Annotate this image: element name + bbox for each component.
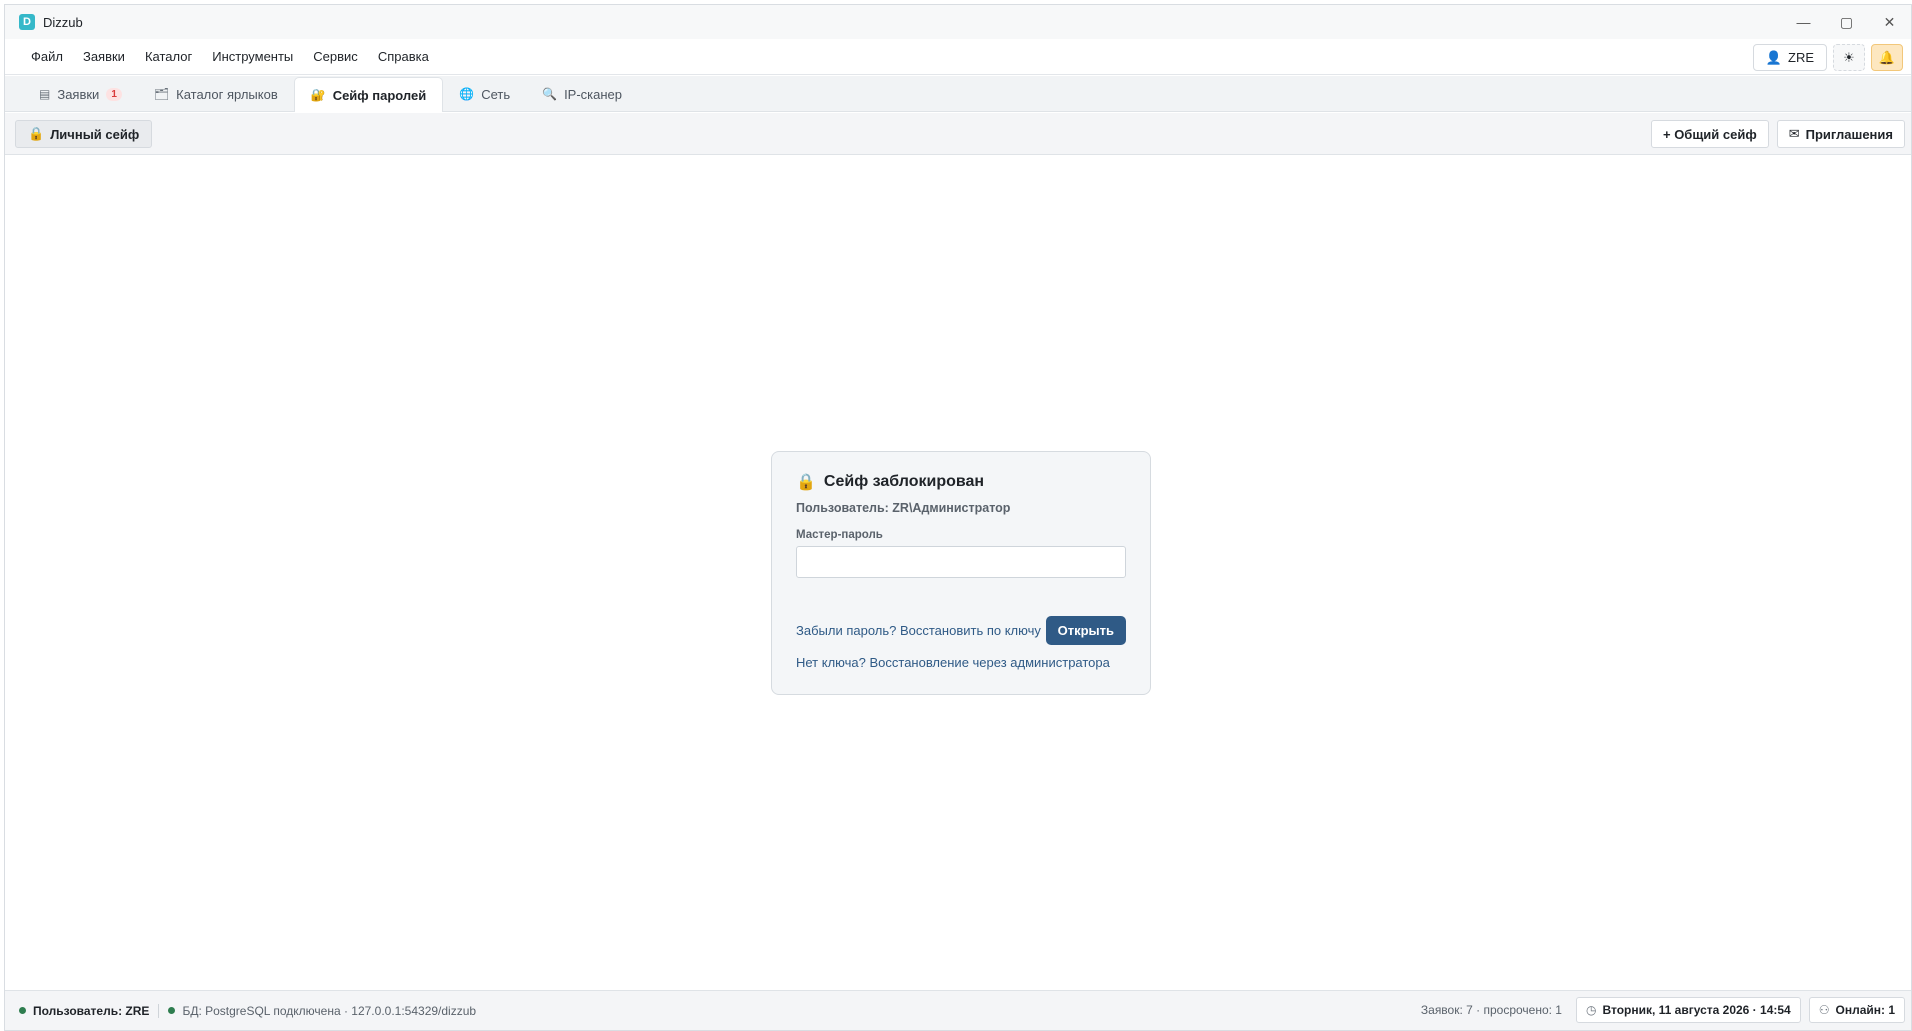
maximize-button[interactable]: ▢: [1825, 5, 1868, 39]
menu-help[interactable]: Справка: [368, 39, 439, 75]
tab-password-vault-label: Сейф паролей: [332, 87, 427, 103]
status-user: Пользователь: ZRE: [19, 1004, 149, 1018]
master-password-input[interactable]: [796, 546, 1126, 578]
sun-icon: ☀: [1843, 49, 1855, 65]
theme-toggle-button[interactable]: ☀: [1833, 44, 1865, 71]
personal-vault-button[interactable]: 🔒 Личный сейф: [15, 120, 153, 148]
invitations-label: Приглашения: [1805, 126, 1893, 142]
window-controls: — ▢ ✕: [1782, 5, 1911, 39]
user-button[interactable]: 👤 ZRE: [1752, 44, 1827, 71]
menu-tools[interactable]: Инструменты: [202, 39, 303, 75]
forgot-password-link[interactable]: Забыли пароль? Восстановить по ключу: [796, 623, 1041, 638]
status-bar: Пользователь: ZRE БД: PostgreSQL подключ…: [5, 990, 1911, 1030]
status-user-text: Пользователь: ZRE: [33, 1003, 150, 1018]
vault-locked-card: 🔒 Сейф заблокирован Пользователь: ZR\Адм…: [771, 451, 1151, 695]
status-online[interactable]: ⚇ Онлайн: 1: [1808, 997, 1905, 1023]
menu-catalog[interactable]: Каталог: [135, 39, 202, 75]
tab-requests[interactable]: ▤ Заявки 1: [23, 77, 138, 111]
lock-actions: Забыли пароль? Восстановить по ключу Отк…: [796, 616, 1126, 645]
online-dot-icon: [19, 1007, 26, 1014]
tab-bar: ▤ Заявки 1 🗂 Каталог ярлыков 🔐 Сейф паро…: [5, 76, 1911, 112]
admin-recovery-link[interactable]: Нет ключа? Восстановление через админист…: [796, 655, 1126, 670]
folder-icon: 🗂: [153, 87, 170, 101]
lock-icon: 🔒: [28, 126, 45, 141]
menu-bar: Файл Заявки Каталог Инструменты Сервис С…: [5, 39, 1911, 75]
tab-requests-badge: 1: [106, 87, 122, 101]
invitations-button[interactable]: ✉ Приглашения: [1776, 120, 1905, 148]
users-icon: ⚇: [1818, 1003, 1830, 1017]
clock-icon: ◷: [1585, 1003, 1597, 1017]
notifications-button[interactable]: 🔔: [1871, 44, 1903, 71]
menu-right-controls: 👤 ZRE ☀ 🔔: [1752, 44, 1903, 71]
db-dot-icon: [168, 1007, 176, 1014]
status-separator: [158, 1003, 160, 1018]
tab-requests-label: Заявки: [57, 86, 100, 102]
tab-network-label: Сеть: [481, 86, 511, 102]
status-online-text: Онлайн: 1: [1835, 1003, 1895, 1017]
app-logo-icon: D: [19, 14, 35, 30]
bell-icon: 🔔: [1878, 49, 1896, 65]
menu-file[interactable]: Файл: [21, 39, 73, 75]
shared-vault-label: + Общий сейф: [1662, 126, 1757, 142]
envelope-icon: ✉: [1788, 126, 1800, 141]
status-requests: Заявок: 7 · просрочено: 1: [1420, 1003, 1562, 1017]
minimize-button[interactable]: —: [1782, 5, 1825, 39]
app-title: Dizzub: [43, 14, 83, 30]
menu-requests[interactable]: Заявки: [73, 39, 135, 75]
tab-shortcut-catalog-label: Каталог ярлыков: [176, 86, 278, 102]
tab-network[interactable]: 🌐 Сеть: [443, 77, 526, 111]
app-window: D Dizzub — ▢ ✕ Файл Заявки Каталог Инстр…: [4, 4, 1912, 1031]
title-bar: D Dizzub — ▢ ✕: [5, 5, 1911, 39]
lock-card-title: 🔒 Сейф заблокирован: [796, 472, 1126, 492]
tab-password-vault[interactable]: 🔐 Сейф паролей: [293, 77, 444, 112]
status-datetime[interactable]: ◷ Вторник, 11 августа 2026 · 14:54: [1575, 997, 1801, 1023]
clipboard-icon: ▤: [39, 87, 51, 101]
user-button-label: ZRE: [1788, 50, 1814, 65]
toolbar-right: + Общий сейф ✉ Приглашения: [1650, 120, 1905, 148]
shared-vault-button[interactable]: + Общий сейф: [1650, 120, 1769, 148]
globe-icon: 🌐: [459, 87, 475, 101]
tab-shortcut-catalog[interactable]: 🗂 Каталог ярлыков: [138, 77, 294, 111]
tab-ip-scanner[interactable]: 🔍 IP-сканер: [526, 77, 638, 111]
vault-toolbar: 🔒 Личный сейф + Общий сейф ✉ Приглашения: [5, 113, 1911, 155]
padlock-icon: 🔒: [796, 474, 816, 491]
safe-icon: 🔐: [310, 88, 326, 102]
person-icon: 👤: [1765, 49, 1782, 65]
close-button[interactable]: ✕: [1868, 5, 1911, 39]
open-vault-button[interactable]: Открыть: [1045, 616, 1126, 645]
personal-vault-label: Личный сейф: [50, 126, 140, 142]
lock-user-line: Пользователь: ZR\Администратор: [796, 501, 1011, 515]
lock-title-text: Сейф заблокирован: [823, 473, 985, 490]
master-password-label: Мастер-пароль: [796, 529, 883, 541]
status-db: БД: PostgreSQL подключена · 127.0.0.1:54…: [168, 1004, 476, 1018]
status-datetime-text: Вторник, 11 августа 2026 · 14:54: [1602, 1003, 1791, 1017]
menu-service[interactable]: Сервис: [303, 39, 368, 75]
status-right: Заявок: 7 · просрочено: 1 ◷ Вторник, 11 …: [1421, 997, 1905, 1023]
status-db-text: БД: PostgreSQL подключена · 127.0.0.1:54…: [182, 1003, 477, 1018]
tab-ip-scanner-label: IP-сканер: [564, 86, 623, 102]
magnifier-icon: 🔍: [542, 87, 558, 101]
